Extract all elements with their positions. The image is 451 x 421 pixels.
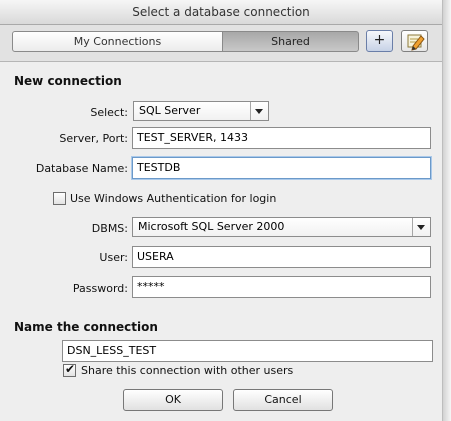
dbms-select-value: Microsoft SQL Server 2000 [138,220,285,233]
password-label: Password: [72,282,128,295]
pencil-edit-icon [407,34,425,51]
ok-button[interactable]: OK [123,389,223,411]
user-label: User: [99,251,128,264]
dbms-label: DBMS: [91,222,128,235]
connection-dialog: Select a database connection My Connecti… [0,0,451,421]
windows-auth-label: Use Windows Authentication for login [70,192,277,205]
user-input[interactable]: USERA [132,246,431,268]
checkmark-icon: ✔ [65,362,76,376]
tab-my-connections[interactable]: My Connections [12,31,223,52]
add-connection-button[interactable]: + [366,30,393,52]
database-name-input[interactable]: TESTDB [132,157,431,179]
share-connection-checkbox[interactable]: ✔ [63,362,76,377]
driver-select-value: SQL Server [139,104,201,117]
password-input[interactable]: ***** [132,276,431,298]
server-port-label: Server, Port: [59,132,128,145]
database-name-label: Database Name: [35,162,128,175]
new-connection-heading: New connection [14,74,122,88]
windows-auth-checkbox[interactable] [53,192,66,205]
tab-shared[interactable]: Shared [222,31,359,52]
dbms-select[interactable]: Microsoft SQL Server 2000 [132,217,431,237]
share-connection-label: Share this connection with other users [81,364,294,377]
select-label: Select: [90,106,128,119]
chevron-down-icon [250,102,268,120]
name-connection-heading: Name the connection [14,320,158,334]
chevron-down-icon [412,218,430,236]
connection-name-input[interactable]: DSN_LESS_TEST [62,340,433,362]
dialog-title: Select a database connection [0,0,442,25]
server-port-input[interactable]: TEST_SERVER, 1433 [132,127,431,149]
edit-connection-button[interactable] [401,30,428,52]
window-edge [442,0,451,421]
plus-icon: + [373,32,386,48]
connection-tab-bar: My Connections Shared + [0,25,442,62]
driver-select[interactable]: SQL Server [133,101,269,121]
cancel-button[interactable]: Cancel [233,389,333,411]
